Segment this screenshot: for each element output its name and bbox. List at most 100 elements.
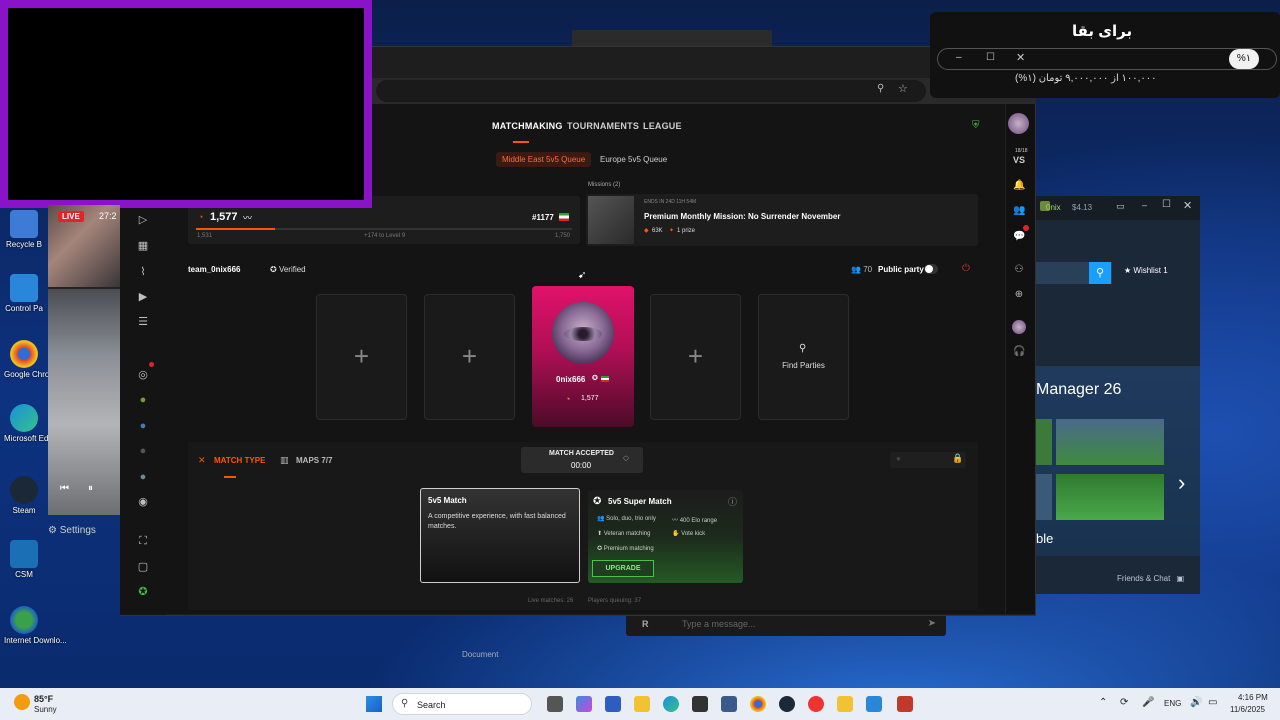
- taskbar-search[interactable]: ⚲ Search: [392, 693, 532, 715]
- party-icon[interactable]: ⚇: [1013, 264, 1025, 276]
- invite-slot-2[interactable]: +: [424, 294, 515, 420]
- premium-icon[interactable]: ✪: [137, 586, 149, 598]
- queue-middle-east[interactable]: Middle East 5v5 Queue: [496, 152, 592, 167]
- club-avatar-4-icon[interactable]: ●: [137, 471, 149, 483]
- maximize-icon[interactable]: ☐: [1162, 199, 1171, 210]
- chrome-icon[interactable]: [750, 696, 766, 712]
- chat-placeholder[interactable]: Type a message...: [682, 619, 756, 629]
- maximize-icon[interactable]: ☐: [986, 52, 995, 63]
- leaderboard-icon[interactable]: ▦: [137, 240, 149, 252]
- steam-game-title[interactable]: Manager 26: [1036, 381, 1121, 399]
- tab-matchmaking[interactable]: MATCHMAKING: [492, 121, 563, 131]
- game-screenshot-3[interactable]: [1056, 474, 1164, 520]
- steam-screen-icon[interactable]: ▭: [1116, 201, 1125, 212]
- expand-icon[interactable]: ⛶: [137, 535, 149, 547]
- search-icon[interactable]: ⚲: [1089, 262, 1111, 284]
- game-screenshot-4[interactable]: [1036, 474, 1052, 520]
- friends-icon[interactable]: 👥: [1013, 205, 1025, 217]
- minimize-icon[interactable]: –: [956, 52, 962, 63]
- zoom-icon[interactable]: ⚲: [877, 83, 884, 94]
- friend-avatar[interactable]: [1012, 320, 1026, 334]
- user-avatar[interactable]: [1008, 113, 1029, 134]
- rewind-icon[interactable]: ⏮: [60, 483, 69, 494]
- desktop-icon-internet-download[interactable]: Internet Downlo...: [4, 606, 67, 645]
- public-party-toggle[interactable]: [924, 264, 938, 274]
- file-explorer-icon[interactable]: [634, 696, 650, 712]
- bookmark-star-icon[interactable]: ☆: [898, 82, 908, 95]
- match-accepted-button[interactable]: MATCH ACCEPTED 00:00 ◌: [521, 447, 643, 473]
- tab-tournaments[interactable]: TOURNAMENTS: [567, 121, 639, 131]
- close-icon[interactable]: ✕: [1016, 51, 1025, 64]
- shop-icon[interactable]: ▢: [137, 561, 149, 573]
- stats-icon[interactable]: ⌇: [137, 266, 149, 278]
- desktop-icon-recycle-bin[interactable]: Recycle B: [4, 210, 44, 249]
- watch-icon[interactable]: ▶: [137, 291, 149, 303]
- clock-date[interactable]: 11/6/2025: [1230, 705, 1265, 714]
- desktop-icon-edge[interactable]: Microsoft Edge: [4, 404, 57, 443]
- game-screenshot-1[interactable]: [1056, 419, 1164, 465]
- tab-match-type[interactable]: MATCH TYPE: [214, 456, 265, 465]
- bell-icon[interactable]: 🔔: [1013, 180, 1025, 192]
- add-icon[interactable]: ⊕: [1013, 289, 1025, 301]
- app-icon[interactable]: [721, 696, 737, 712]
- desktop-icon-steam[interactable]: Steam: [4, 476, 44, 515]
- player-card[interactable]: 0nix666 ✪ ◔ 1,577: [532, 286, 634, 427]
- address-bar[interactable]: [376, 80, 926, 102]
- close-icon[interactable]: ✕: [1183, 199, 1192, 212]
- language-indicator[interactable]: ENG: [1164, 699, 1181, 708]
- volume-icon[interactable]: 🔊: [1190, 697, 1202, 708]
- chat-icon[interactable]: 💬: [1013, 231, 1025, 243]
- copilot-icon[interactable]: [576, 696, 592, 712]
- notes-icon[interactable]: [837, 696, 853, 712]
- desktop-icon-csm[interactable]: CSM: [4, 540, 44, 579]
- obs-icon[interactable]: [692, 696, 708, 712]
- tab-maps[interactable]: MAPS 7/7: [296, 456, 332, 465]
- chevron-right-icon[interactable]: ›: [1178, 470, 1185, 496]
- clock-time[interactable]: 4:16 PM: [1238, 693, 1268, 702]
- info-icon[interactable]: ⓘ: [728, 495, 737, 508]
- leave-party-icon[interactable]: ⏻: [962, 263, 970, 274]
- invite-slot-3[interactable]: +: [650, 294, 741, 420]
- pause-icon[interactable]: ⏸: [88, 483, 93, 494]
- shield-app-icon[interactable]: [897, 696, 913, 712]
- club-avatar-3-icon[interactable]: ●: [137, 445, 149, 457]
- tray-chevron-icon[interactable]: ⌃: [1099, 697, 1107, 708]
- network-icon[interactable]: ⟳: [1120, 697, 1128, 708]
- notepad-icon[interactable]: [866, 696, 882, 712]
- club-avatar-2-icon[interactable]: ●: [137, 420, 149, 432]
- shield-icon[interactable]: ⛨: [972, 120, 980, 131]
- minimize-icon[interactable]: –: [1142, 200, 1147, 210]
- store-icon[interactable]: [605, 696, 621, 712]
- mode-5v5-match[interactable]: 5v5 Match A competitive experience, with…: [420, 488, 580, 583]
- windows-start-icon[interactable]: [366, 696, 382, 712]
- chat-input-bar[interactable]: R Type a message... ➤: [626, 614, 946, 636]
- weather-icon[interactable]: [14, 694, 30, 710]
- club-avatar-1-icon[interactable]: ●: [137, 394, 149, 406]
- steam-wishlist-button[interactable]: ★ Wishlist 1: [1124, 266, 1168, 275]
- list-icon[interactable]: ☰: [137, 316, 149, 328]
- friends-chat-button[interactable]: Friends & Chat ▣: [1117, 574, 1184, 583]
- steam-username[interactable]: 0nix: [1046, 203, 1061, 212]
- play-icon[interactable]: ▷: [137, 214, 149, 226]
- edge-icon[interactable]: [663, 696, 679, 712]
- clubs-icon[interactable]: ◎: [137, 369, 149, 381]
- queue-europe[interactable]: Europe 5v5 Queue: [594, 152, 673, 167]
- send-icon[interactable]: ➤: [928, 618, 936, 629]
- club-avatar-5-icon[interactable]: ◉: [137, 496, 149, 508]
- desktop-icon-control-panel[interactable]: Control Pa: [4, 274, 44, 313]
- task-view-icon[interactable]: [547, 696, 563, 712]
- battery-icon[interactable]: ▭: [1208, 697, 1217, 708]
- game-app-icon[interactable]: [808, 696, 824, 712]
- settings-button[interactable]: ⚙ Settings: [48, 525, 96, 536]
- invite-slot-1[interactable]: +: [316, 294, 407, 420]
- find-parties-slot[interactable]: ⚲ Find Parties: [758, 294, 849, 420]
- headset-icon[interactable]: 🎧: [1013, 346, 1025, 358]
- upgrade-button[interactable]: UPGRADE: [592, 560, 654, 577]
- mission-card[interactable]: ENDS IN 24D 11H 54M Premium Monthly Miss…: [586, 194, 978, 246]
- locked-find-match-button[interactable]: ● 🔒: [890, 452, 966, 468]
- team-name[interactable]: team_0nix666: [188, 265, 240, 274]
- steam-icon[interactable]: [779, 696, 795, 712]
- desktop-icon-chrome[interactable]: Google Chrome: [4, 340, 60, 379]
- microphone-icon[interactable]: 🎤: [1142, 697, 1154, 708]
- tab-league[interactable]: LEAGUE: [643, 121, 682, 131]
